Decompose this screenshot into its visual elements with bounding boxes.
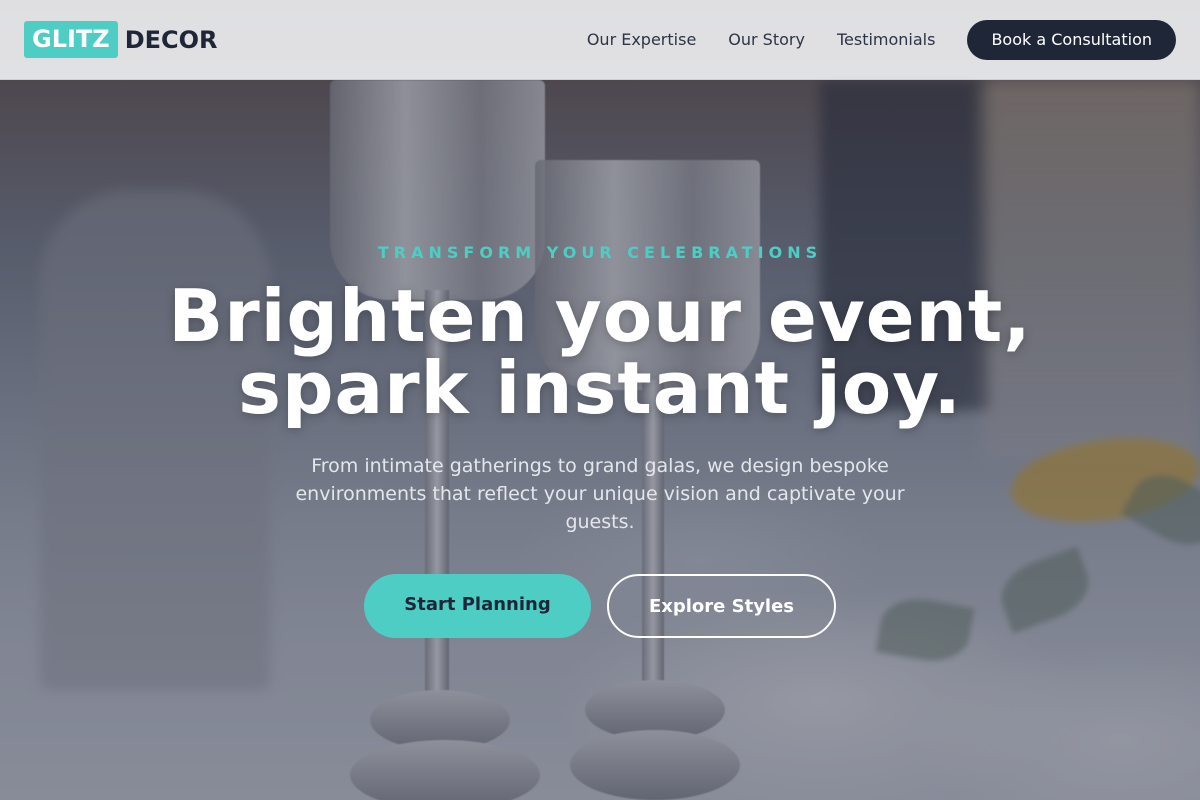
nav-link-our-expertise[interactable]: Our Expertise (587, 30, 696, 49)
site-header: GLITZ DECOR Our Expertise Our Story Test… (0, 0, 1200, 80)
logo-wordmark: DECOR (124, 25, 218, 54)
explore-styles-button[interactable]: Explore Styles (607, 574, 836, 638)
hero-headline: Brighten your event, spark instant joy. (0, 280, 1200, 424)
nav-link-our-story[interactable]: Our Story (728, 30, 805, 49)
main-nav: Our Expertise Our Story Testimonials Boo… (587, 19, 1176, 60)
brand-logo[interactable]: GLITZ DECOR (24, 21, 218, 58)
book-consultation-button[interactable]: Book a Consultation (967, 19, 1176, 60)
hero-subtitle: From intimate gatherings to grand galas,… (295, 455, 905, 533)
hero-headline-line2: spark instant joy. (238, 346, 962, 430)
logo-highlight: GLITZ (24, 21, 118, 58)
hero-actions: Start Planning Explore Styles (0, 574, 1200, 638)
hero-eyebrow: TRANSFORM YOUR CELEBRATIONS (377, 243, 823, 262)
nav-link-testimonials[interactable]: Testimonials (837, 30, 936, 49)
hero-section: TRANSFORM YOUR CELEBRATIONS Brighten you… (0, 80, 1200, 800)
start-planning-button[interactable]: Start Planning (364, 574, 591, 638)
